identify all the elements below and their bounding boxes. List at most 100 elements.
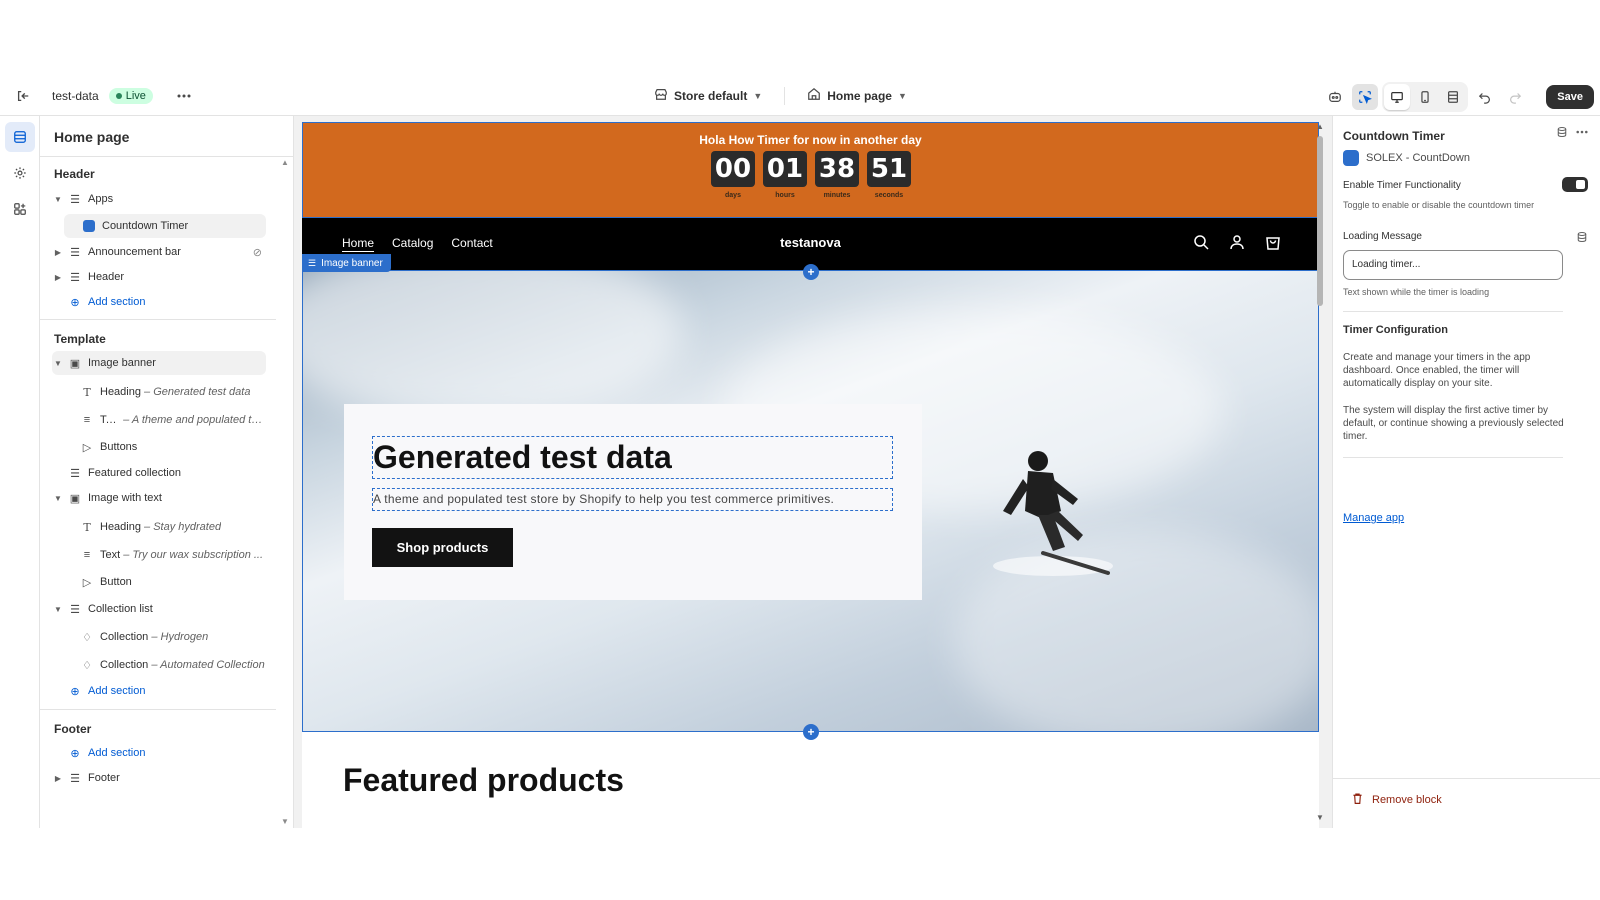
sidebar-item-label: Collection list — [88, 603, 153, 615]
hero-text[interactable]: A theme and populated test store by Shop… — [372, 488, 893, 511]
scroll-up-icon[interactable]: ▲ — [1316, 122, 1324, 131]
sidebar-item-footer[interactable]: ▶ ☰ Footer — [52, 766, 266, 790]
chevron-down-icon[interactable]: ▼ — [52, 359, 64, 368]
fullscreen-view-icon[interactable] — [1440, 84, 1466, 110]
sidebar-item-heading[interactable]: T Heading – Stay hydrated — [66, 515, 266, 539]
more-actions-icon[interactable] — [1576, 126, 1588, 141]
sidebar-item-sublabel: – Automated Collection — [151, 659, 265, 671]
preview-canvas: Hola How Timer for now in another day 00… — [302, 122, 1319, 828]
preview-scrollbar[interactable]: ▲ ▼ — [1315, 122, 1325, 822]
sidebar-item-collection[interactable]: ♢ Collection – Automated Collection — [66, 653, 266, 677]
scroll-up-icon[interactable]: ▲ — [281, 158, 289, 167]
sidebar-item-label: Countdown Timer — [102, 220, 189, 232]
divider — [1333, 778, 1600, 779]
sidebar-item-text[interactable]: ≡ Text – A theme and populated te... — [66, 408, 266, 432]
exit-icon[interactable] — [10, 83, 36, 109]
sidebar-item-text[interactable]: ≡ Text – Try our wax subscription ... — [66, 543, 266, 567]
shop-products-button[interactable]: Shop products — [372, 528, 513, 567]
inspector-icon[interactable] — [1352, 84, 1379, 110]
manage-app-link[interactable]: Manage app — [1343, 512, 1404, 524]
chevron-down-icon[interactable]: ▼ — [52, 195, 64, 204]
sidebar-item-label: Collection — [100, 659, 149, 671]
sidebar-item-collection[interactable]: ♢ Collection – Hydrogen — [66, 625, 266, 649]
account-icon[interactable] — [1227, 232, 1247, 252]
sidebar-item-announcement-bar[interactable]: ▶ ☰ Announcement bar ⊘ — [52, 240, 266, 264]
scroll-down-icon[interactable]: ▼ — [281, 817, 289, 826]
sidebar-item-label: Apps — [88, 193, 114, 205]
chevron-down-icon[interactable]: ▼ — [52, 605, 64, 614]
theme-settings-icon[interactable] — [5, 158, 35, 188]
store-icon — [654, 87, 668, 104]
redo-icon[interactable] — [1502, 84, 1528, 110]
scrollbar-thumb[interactable] — [1317, 136, 1323, 306]
remove-block-label: Remove block — [1372, 794, 1442, 806]
chevron-down-icon[interactable]: ▼ — [52, 494, 64, 503]
app-embeds-icon[interactable] — [5, 194, 35, 224]
sidebar-item-sublabel: – Try our wax subscription ... — [123, 549, 264, 561]
sidebar-item-image-with-text[interactable]: ▼ ▣ Image with text — [52, 486, 266, 510]
sidebar-item-label: Button — [100, 576, 132, 588]
sidebar-item-countdown-timer[interactable]: Countdown Timer — [64, 214, 266, 238]
image-banner-tag[interactable]: ☰ Image banner — [302, 254, 391, 272]
dynamic-source-icon[interactable] — [1576, 230, 1588, 248]
group-title-header: Header — [54, 167, 95, 181]
sidebar-item-header[interactable]: ▶ ☰ Header — [52, 265, 266, 289]
search-icon[interactable] — [1191, 232, 1211, 252]
divider — [1343, 457, 1563, 458]
save-button[interactable]: Save — [1546, 85, 1594, 109]
theme-select[interactable]: Store default ▼ — [648, 83, 768, 108]
ai-assistant-icon[interactable] — [1322, 84, 1348, 110]
loading-message-input[interactable]: Loading timer... — [1343, 250, 1563, 280]
sidebar-item-heading[interactable]: T Heading – Generated test data — [66, 380, 266, 404]
add-section-button[interactable]: ⊕ Add section — [52, 679, 266, 703]
featured-products-heading[interactable]: Featured products — [343, 762, 624, 799]
scroll-down-icon[interactable]: ▼ — [1316, 813, 1324, 822]
countdown-announcement[interactable]: Hola How Timer for now in another day 00… — [302, 122, 1319, 218]
sidebar-item-label: Buttons — [100, 441, 138, 453]
timer-days-value: 00 — [711, 151, 755, 187]
add-section-label: Add section — [88, 747, 146, 759]
undo-icon[interactable] — [1472, 84, 1498, 110]
hidden-eye-icon[interactable]: ⊘ — [253, 246, 262, 259]
chevron-right-icon[interactable]: ▶ — [52, 248, 64, 257]
sidebar-scrollbar[interactable]: ▲ ▼ — [281, 158, 289, 826]
sidebar-item-buttons[interactable]: ▷ Buttons — [66, 435, 266, 459]
hero-heading[interactable]: Generated test data — [372, 436, 893, 479]
sidebar-item-image-banner[interactable]: ▼ ▣ Image banner — [52, 351, 266, 375]
sidebar-item-sublabel: – Hydrogen — [151, 631, 209, 643]
page-select[interactable]: Home page ▼ — [801, 83, 913, 108]
database-icon[interactable] — [1556, 126, 1568, 141]
remove-block-button[interactable]: Remove block — [1351, 792, 1442, 808]
sidebar-item-apps[interactable]: ▼ ☰ Apps — [52, 187, 266, 211]
store-brand[interactable]: testanova — [302, 235, 1319, 250]
enable-timer-toggle[interactable] — [1562, 177, 1588, 192]
desktop-view-icon[interactable] — [1384, 84, 1411, 110]
cart-icon[interactable] — [1263, 232, 1283, 252]
panel-actions — [1556, 126, 1588, 141]
timer-days-label: days — [725, 192, 741, 199]
image-banner[interactable]: Generated test data A theme and populate… — [302, 270, 1319, 732]
mobile-view-icon[interactable] — [1412, 84, 1438, 110]
sidebar-item-collection-list[interactable]: ▼ ☰ Collection list — [52, 597, 266, 621]
sidebar-item-button[interactable]: ▷ Button — [66, 570, 266, 594]
add-section-plus-icon[interactable]: + — [803, 724, 819, 740]
add-section-plus-icon[interactable]: + — [803, 264, 819, 280]
loading-message-help: Text shown while the timer is loading — [1343, 287, 1490, 297]
sections-icon[interactable] — [5, 122, 35, 152]
live-status-badge: Live — [108, 88, 153, 104]
add-section-button[interactable]: ⊕ Add section — [52, 741, 266, 765]
chevron-right-icon[interactable]: ▶ — [52, 774, 64, 783]
snowboarder-image — [993, 451, 1113, 576]
more-actions-icon[interactable] — [171, 83, 197, 109]
section-icon: ☰ — [70, 271, 80, 284]
section-icon: ☰ — [70, 603, 80, 616]
timer-seconds-value: 51 — [867, 151, 911, 187]
sidebar-item-label: Heading — [100, 521, 141, 533]
sidebar-item-sublabel: – Stay hydrated — [144, 521, 222, 533]
chevron-right-icon[interactable]: ▶ — [52, 273, 64, 282]
timer-hours-value: 01 — [763, 151, 807, 187]
section-icon: ☰ — [70, 246, 80, 259]
add-section-button[interactable]: ⊕ Add section — [52, 290, 266, 314]
sidebar-item-featured-collection[interactable]: ☰ Featured collection — [52, 461, 266, 485]
timer-unit-days: 00 days — [711, 151, 755, 199]
